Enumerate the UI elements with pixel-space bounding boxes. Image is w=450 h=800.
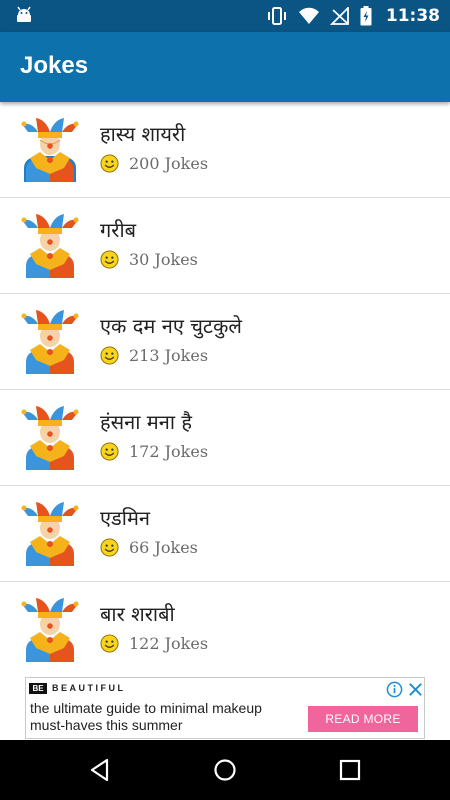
jester-icon bbox=[21, 406, 79, 470]
joke-count-text: 30 Jokes bbox=[129, 249, 198, 269]
joke-count: 66 Jokes bbox=[100, 536, 198, 558]
joke-count-text: 122 Jokes bbox=[129, 633, 209, 653]
smiley-icon bbox=[100, 633, 119, 653]
page-title: Jokes bbox=[20, 52, 89, 79]
app-bar: Jokes bbox=[0, 32, 450, 102]
jester-icon bbox=[21, 310, 79, 374]
vibrate-icon bbox=[267, 7, 286, 25]
category-name: गरीब bbox=[100, 218, 137, 242]
ad-brand-name: BEAUTIFUL bbox=[52, 683, 126, 693]
list-item[interactable]: बार शराबी 122 Jokes bbox=[0, 582, 450, 676]
category-name: एडमिन bbox=[100, 506, 150, 530]
list-item[interactable]: एक दम नए चुटकुले 213 Jokes bbox=[0, 294, 450, 390]
joke-count-text: 200 Jokes bbox=[129, 153, 209, 173]
battery-charging-icon bbox=[360, 6, 372, 26]
smiley-icon bbox=[100, 441, 119, 461]
no-signal-icon bbox=[329, 7, 349, 25]
smiley-icon bbox=[100, 249, 119, 269]
joke-count-text: 172 Jokes bbox=[129, 441, 209, 461]
recents-icon[interactable] bbox=[336, 756, 364, 784]
ad-info-icon[interactable] bbox=[386, 681, 403, 698]
jester-icon bbox=[21, 214, 79, 278]
clock: 11:38 bbox=[385, 6, 440, 26]
wifi-icon bbox=[298, 7, 319, 24]
category-name: बार शराबी bbox=[100, 602, 175, 626]
smiley-icon bbox=[100, 345, 119, 365]
back-icon[interactable] bbox=[86, 756, 114, 784]
screen: 11:38 Jokes हास्य शायरी 200 Jokes गरीब 3… bbox=[0, 0, 450, 800]
ad-banner[interactable]: BE BEAUTIFUL the ultimate guide to minim… bbox=[25, 677, 425, 739]
status-bar: 11:38 bbox=[0, 0, 450, 32]
joke-count-text: 213 Jokes bbox=[129, 345, 209, 365]
joke-count: 122 Jokes bbox=[100, 632, 208, 654]
android-debug-icon bbox=[17, 6, 31, 22]
joke-count: 200 Jokes bbox=[100, 152, 208, 174]
joke-count: 30 Jokes bbox=[100, 248, 198, 270]
list-item[interactable]: हंसना मना है 172 Jokes bbox=[0, 390, 450, 486]
smiley-icon bbox=[100, 153, 119, 173]
joke-count-text: 66 Jokes bbox=[129, 537, 198, 557]
navigation-bar bbox=[0, 740, 450, 800]
list-item[interactable]: हास्य शायरी 200 Jokes bbox=[0, 102, 450, 198]
list-item[interactable]: एडमिन 66 Jokes bbox=[0, 486, 450, 582]
category-name: एक दम नए चुटकुले bbox=[100, 314, 242, 338]
ad-close-icon[interactable] bbox=[407, 681, 424, 698]
jester-icon bbox=[21, 118, 79, 182]
joke-count: 213 Jokes bbox=[100, 344, 208, 366]
smiley-icon bbox=[100, 537, 119, 557]
ad-brand-mark: BE bbox=[29, 683, 47, 694]
jester-icon bbox=[21, 502, 79, 566]
joke-count: 172 Jokes bbox=[100, 440, 208, 462]
category-name: हंसना मना है bbox=[100, 410, 192, 434]
ad-subline: must-haves this summer bbox=[30, 717, 183, 733]
category-list: हास्य शायरी 200 Jokes गरीब 30 Jokes एक द… bbox=[0, 102, 450, 676]
read-more-button[interactable]: READ MORE bbox=[308, 706, 418, 732]
list-item[interactable]: गरीब 30 Jokes bbox=[0, 198, 450, 294]
home-icon[interactable] bbox=[211, 756, 239, 784]
ad-headline: the ultimate guide to minimal makeup bbox=[30, 700, 262, 716]
jester-icon bbox=[21, 598, 79, 662]
category-name: हास्य शायरी bbox=[100, 122, 186, 146]
